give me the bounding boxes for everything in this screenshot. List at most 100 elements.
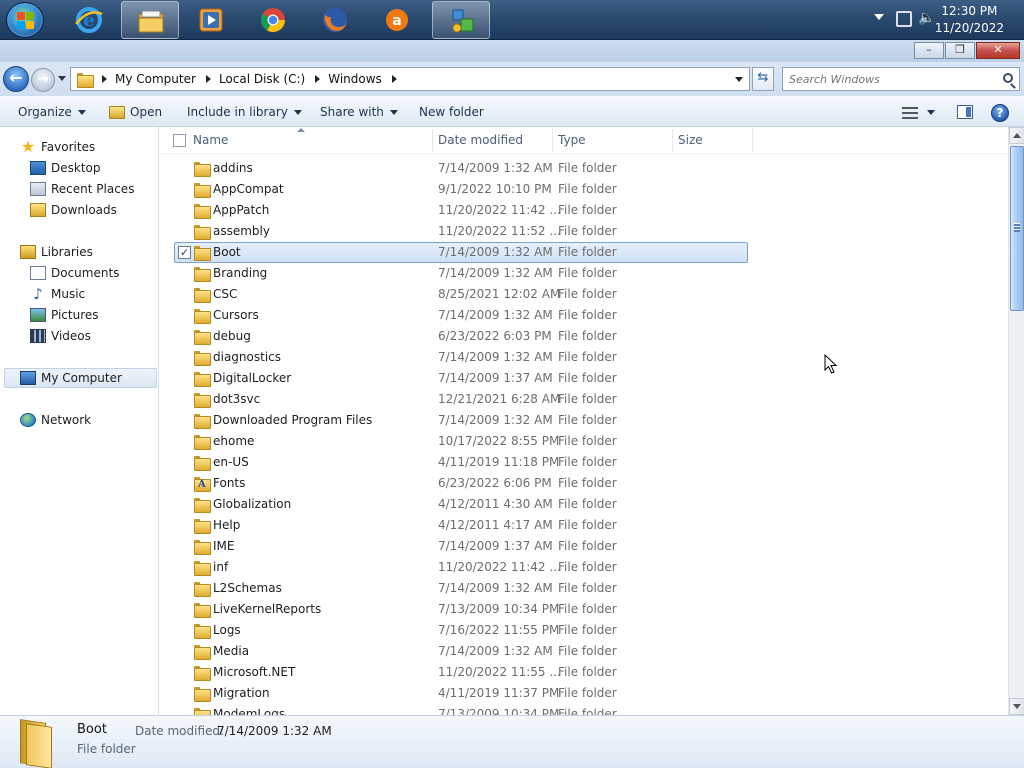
address-box[interactable]: My Computer Local Disk (C:) Windows <box>70 67 750 91</box>
nav-videos[interactable]: Videos <box>30 326 91 346</box>
file-row[interactable]: L2Schemas 7/14/2009 1:32 AM File folder <box>160 578 1008 599</box>
folder-library-icon <box>138 10 164 33</box>
nav-my-computer[interactable]: My Computer <box>4 368 157 388</box>
file-row[interactable]: inf 11/20/2022 11:42 ... File folder <box>160 557 1008 578</box>
file-type: File folder <box>558 329 617 343</box>
preview-pane-icon[interactable] <box>957 105 973 119</box>
file-row[interactable]: CSC 8/25/2021 12:02 AM File folder <box>160 284 1008 305</box>
file-name: IME <box>213 539 235 553</box>
file-type: File folder <box>558 539 617 553</box>
nav-pictures[interactable]: Pictures <box>30 305 99 325</box>
breadcrumb-separator-icon[interactable] <box>315 75 321 83</box>
file-row[interactable]: assembly 11/20/2022 11:52 ... File folder <box>160 221 1008 242</box>
change-view-icon[interactable] <box>902 107 918 119</box>
column-name[interactable]: Name <box>187 127 432 154</box>
breadcrumb-my-computer[interactable]: My Computer <box>115 72 196 86</box>
file-row[interactable]: Logs 7/16/2022 11:55 PM File folder <box>160 620 1008 641</box>
taskbar-media-player[interactable] <box>182 1 240 39</box>
recent-pages-dropdown-icon[interactable] <box>58 76 66 81</box>
nav-downloads[interactable]: Downloads <box>30 200 117 220</box>
nav-music[interactable]: ♪ Music <box>30 284 85 304</box>
file-row[interactable]: Cursors 7/14/2009 1:32 AM File folder <box>160 305 1008 326</box>
file-row[interactable]: AppCompat 9/1/2022 10:10 PM File folder <box>160 179 1008 200</box>
view-options-dropdown-icon[interactable] <box>927 110 935 115</box>
file-row[interactable]: Migration 4/11/2019 11:37 PM File folder <box>160 683 1008 704</box>
back-button[interactable]: ← <box>3 66 29 92</box>
search-icon[interactable] <box>1003 73 1013 83</box>
taskbar-windows-explorer[interactable] <box>121 1 179 39</box>
close-button[interactable]: ✕ <box>976 42 1020 59</box>
nav-network[interactable]: Network <box>20 410 91 430</box>
include-in-library-button[interactable]: Include in library <box>187 105 302 119</box>
start-button[interactable] <box>6 2 44 38</box>
scroll-down-button[interactable] <box>1009 698 1024 715</box>
taskbar-avast[interactable]: a <box>368 1 426 39</box>
breadcrumb-local-disk[interactable]: Local Disk (C:) <box>219 72 305 86</box>
file-row[interactable]: Microsoft.NET 11/20/2022 11:55 ... File fo… <box>160 662 1008 683</box>
scroll-up-button[interactable] <box>1009 127 1024 144</box>
volume-icon[interactable]: 🔈 <box>918 10 936 28</box>
taskbar-network-app[interactable] <box>432 1 490 39</box>
taskbar-chrome[interactable] <box>244 1 302 39</box>
file-row[interactable]: debug 6/23/2022 6:03 PM File folder <box>160 326 1008 347</box>
file-row[interactable]: ModemLogs 7/13/2009 10:34 PM File folder <box>160 704 1008 715</box>
pictures-icon <box>30 308 46 322</box>
file-name: Cursors <box>213 308 259 322</box>
file-row[interactable]: ✓ Boot 7/14/2009 1:32 AM File folder <box>160 242 1008 263</box>
nav-libraries[interactable]: Libraries <box>20 242 93 262</box>
file-row[interactable]: A Fonts 6/23/2022 6:06 PM File folder <box>160 473 1008 494</box>
breadcrumb-separator-icon[interactable] <box>391 75 397 83</box>
share-with-button[interactable]: Share with <box>320 105 398 119</box>
nav-favorites[interactable]: ★ Favorites <box>20 137 95 157</box>
file-row[interactable]: en-US 4/11/2019 11:18 PM File folder <box>160 452 1008 473</box>
restore-button[interactable]: ❐ <box>945 42 975 59</box>
nav-desktop[interactable]: Desktop <box>30 158 101 178</box>
nav-documents[interactable]: Documents <box>30 263 119 283</box>
folder-icon <box>194 687 211 702</box>
breadcrumb-windows[interactable]: Windows <box>328 72 382 86</box>
scroll-thumb[interactable] <box>1010 146 1024 311</box>
file-row[interactable]: diagnostics 7/14/2009 1:32 AM File folder <box>160 347 1008 368</box>
file-row[interactable]: Branding 7/14/2009 1:32 AM File folder <box>160 263 1008 284</box>
file-row[interactable]: Media 7/14/2009 1:32 AM File folder <box>160 641 1008 662</box>
nav-recent-places[interactable]: Recent Places <box>30 179 134 199</box>
search-input[interactable] <box>789 69 989 89</box>
column-divider[interactable] <box>752 129 753 152</box>
file-row[interactable]: LiveKernelReports 7/13/2009 10:34 PM File … <box>160 599 1008 620</box>
file-row[interactable]: Downloaded Program Files 7/14/2009 1:32 A… <box>160 410 1008 431</box>
nav-favorites-label: Favorites <box>41 140 96 154</box>
column-date-modified[interactable]: Date modified <box>432 127 552 154</box>
file-row[interactable]: ehome 10/17/2022 8:55 PM File folder <box>160 431 1008 452</box>
file-row[interactable]: Globalization 4/12/2011 4:30 AM File folde… <box>160 494 1008 515</box>
show-hidden-icons-icon[interactable] <box>874 14 884 20</box>
file-date-modified: 7/13/2009 10:34 PM <box>438 602 560 616</box>
refresh-button[interactable]: ⇆ <box>752 67 774 91</box>
column-type[interactable]: Type <box>552 127 672 154</box>
file-date-modified: 9/1/2022 10:10 PM <box>438 182 552 196</box>
row-checkbox[interactable]: ✓ <box>178 246 191 259</box>
window-titlebar[interactable]: – ❐ ✕ <box>0 40 1024 62</box>
network-status-icon[interactable] <box>896 11 912 27</box>
help-button[interactable]: ? <box>991 104 1009 122</box>
taskbar-internet-explorer[interactable]: e <box>60 1 118 39</box>
file-row[interactable]: Help 4/12/2011 4:17 AM File folder <box>160 515 1008 536</box>
file-row[interactable]: AppPatch 11/20/2022 11:42 ... File folder <box>160 200 1008 221</box>
taskbar-clock[interactable]: 12:30 PM 11/20/2022 <box>935 3 1004 37</box>
select-all-checkbox[interactable] <box>173 134 186 147</box>
open-button[interactable]: Open <box>109 105 162 119</box>
minimize-button[interactable]: – <box>914 42 944 59</box>
breadcrumb-separator-icon[interactable] <box>102 75 107 83</box>
vertical-scrollbar[interactable] <box>1008 127 1024 715</box>
file-row[interactable]: IME 7/14/2009 1:37 AM File folder <box>160 536 1008 557</box>
clock-time: 12:30 PM <box>941 4 998 18</box>
new-folder-button[interactable]: New folder <box>419 105 484 119</box>
taskbar-firefox[interactable] <box>306 1 364 39</box>
organize-button[interactable]: Organize <box>18 105 86 119</box>
column-size[interactable]: Size <box>672 127 752 154</box>
file-row[interactable]: DigitalLocker 7/14/2009 1:37 AM File folde… <box>160 368 1008 389</box>
forward-button[interactable]: → <box>31 68 55 92</box>
address-history-dropdown-icon[interactable] <box>735 77 743 82</box>
file-row[interactable]: addins 7/14/2009 1:32 AM File folder <box>160 158 1008 179</box>
breadcrumb-separator-icon[interactable] <box>205 75 211 83</box>
file-row[interactable]: dot3svc 12/21/2021 6:28 AM File folder <box>160 389 1008 410</box>
